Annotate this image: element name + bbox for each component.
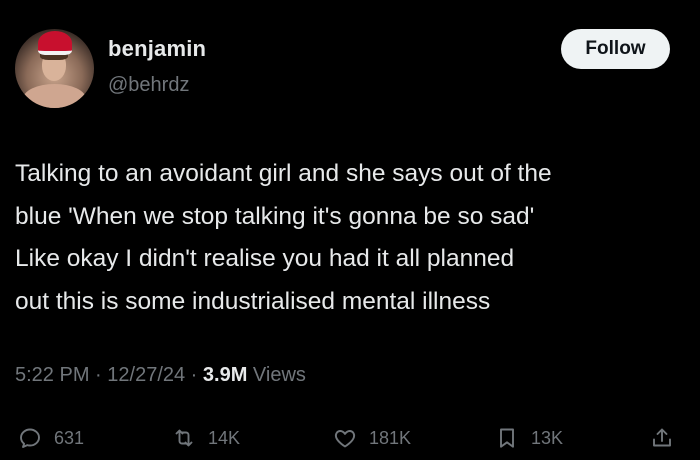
tweet-line: Talking to an avoidant girl and she says… xyxy=(15,160,552,187)
avatar[interactable] xyxy=(15,29,94,108)
views-label: Views xyxy=(247,364,306,386)
display-name[interactable]: benjamin xyxy=(108,36,206,62)
avatar-shoulders xyxy=(23,84,86,108)
meta-separator: · xyxy=(185,364,203,386)
like-count: 181K xyxy=(369,427,412,448)
tweet-time[interactable]: 5:22 PM xyxy=(15,364,89,386)
reply-button[interactable]: 631 xyxy=(18,420,84,456)
reply-icon xyxy=(20,428,40,448)
views-count: 3.9M xyxy=(202,364,248,386)
bookmark-button[interactable]: 13K xyxy=(495,420,563,456)
share-icon xyxy=(653,428,671,447)
bookmark-icon xyxy=(500,428,514,448)
repost-icon xyxy=(175,429,193,447)
follow-button[interactable]: Follow xyxy=(561,29,670,69)
bookmark-count: 13K xyxy=(531,427,564,448)
santa-hat-icon xyxy=(38,31,72,55)
like-button[interactable]: 181K xyxy=(333,420,411,456)
repost-count: 14K xyxy=(208,427,241,448)
tweet-line: Like okay I didn't realise you had it al… xyxy=(15,245,515,272)
tweet-text: Talking to an avoidant girl and she says… xyxy=(15,153,695,323)
user-handle[interactable]: @behrdz xyxy=(108,74,189,97)
repost-button[interactable]: 14K xyxy=(172,420,240,456)
tweet-date[interactable]: 12/27/24 xyxy=(107,364,185,386)
tweet-meta: 5:22 PM · 12/27/24 · 3.9M Views xyxy=(15,364,306,387)
tweet-line: blue 'When we stop talking it's gonna be… xyxy=(15,202,535,230)
share-button[interactable] xyxy=(650,420,674,456)
reply-count: 631 xyxy=(54,427,85,448)
tweet-line: out this is some industrialised mental i… xyxy=(15,287,491,315)
action-bar: 631 14K 181K 13K xyxy=(0,420,700,456)
meta-separator: · xyxy=(89,364,108,386)
heart-icon xyxy=(334,430,356,448)
